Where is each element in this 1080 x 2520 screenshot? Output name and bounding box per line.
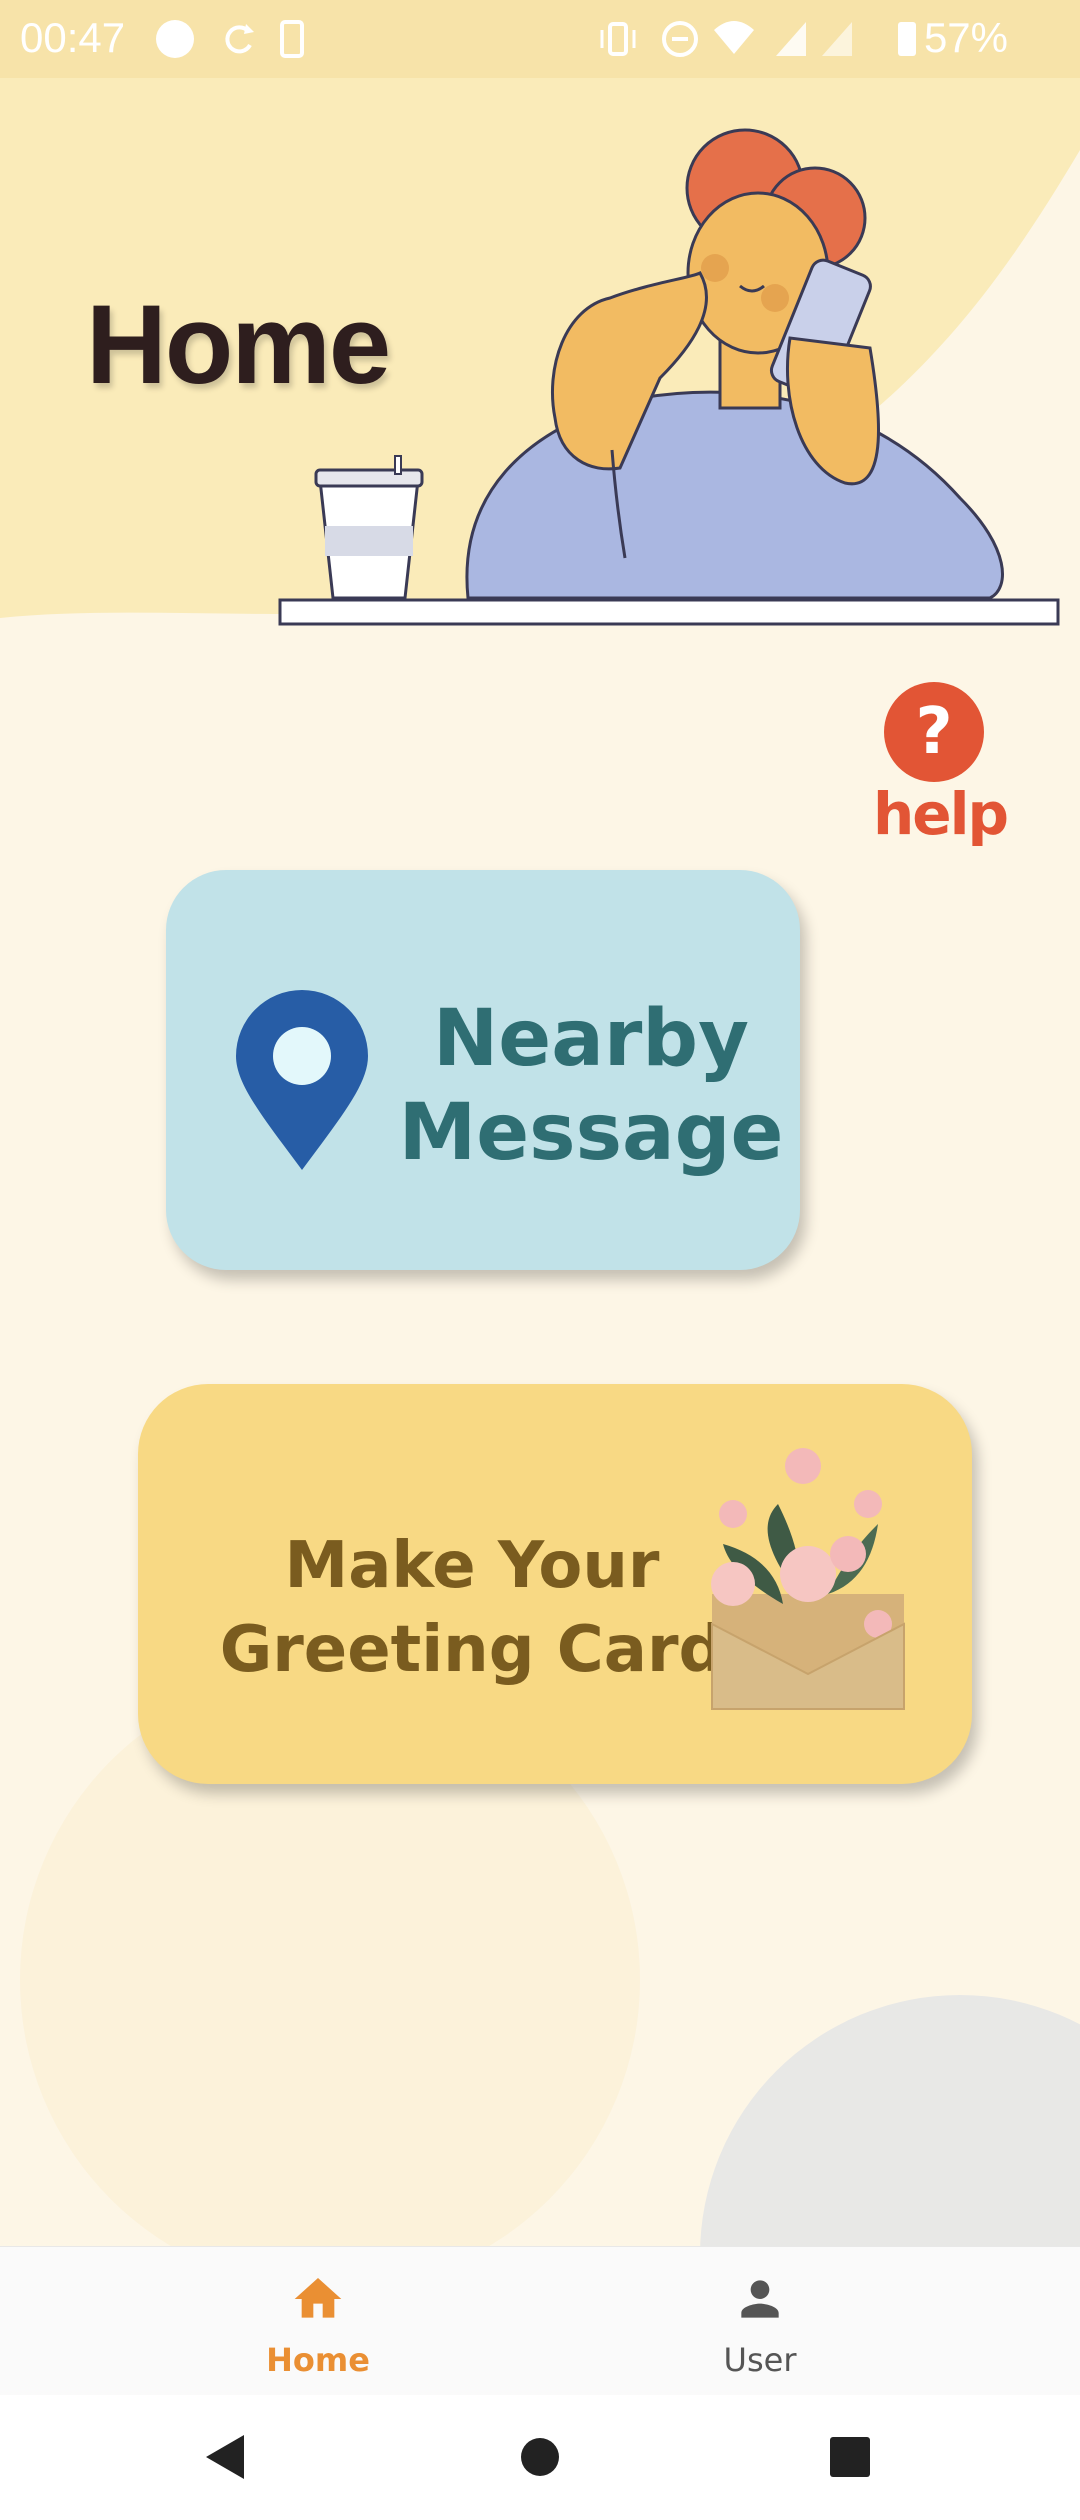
nearby-message-button[interactable]: Nearby Message [166,870,800,1270]
nearby-message-line1: Nearby [433,994,749,1084]
status-time: 00:47 [20,14,126,61]
nav-label-home: Home [266,2341,370,2379]
location-pin-icon [236,990,368,1170]
greeting-card-line1: Make Your [284,1529,660,1603]
greeting-card-line2: Greeting Card [219,1613,725,1687]
envelope-flowers-icon [711,1448,905,1710]
bottom-nav: Home User [0,2246,1080,2395]
help-icon: ? [884,682,984,782]
page-title: Home [86,282,391,407]
battery-percentage: 57% [923,14,1008,61]
status-bar: 00:47 57% [0,0,1080,78]
home-circle-icon[interactable] [510,2427,570,2487]
status-notification-icons [156,20,304,58]
nav-tab-user[interactable]: User [610,2247,910,2395]
nav-tab-home[interactable]: Home [168,2247,468,2395]
nearby-message-line2: Message [398,1088,784,1178]
back-icon[interactable] [196,2427,256,2487]
user-icon [741,2280,779,2318]
home-icon [294,2278,342,2318]
help-button[interactable]: ? help [868,682,1012,852]
nav-label-user: User [723,2341,797,2379]
greeting-card-button[interactable]: Make Your Greeting Card [138,1384,972,1784]
recents-icon[interactable] [820,2427,880,2487]
status-system-icons [600,21,916,57]
system-nav-bar [0,2395,1080,2520]
help-label: help [872,780,1009,848]
